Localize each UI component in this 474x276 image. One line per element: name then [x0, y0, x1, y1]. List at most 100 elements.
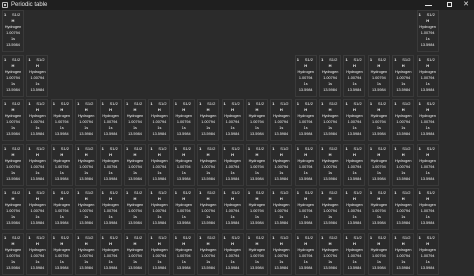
element-cell[interactable]: 1 S1/2 H Hydrogen 1.00794 1s 13.5984	[270, 188, 293, 231]
element-cell[interactable]: 1 S1/2 H Hydrogen 1.00794 1s 13.5984	[2, 232, 24, 275]
element-ionization-energy: 13.5984	[30, 221, 45, 226]
element-cell[interactable]: 1 S1/2 H Hydrogen 1.00794 1s 13.5984	[319, 188, 342, 231]
element-cell[interactable]: 1 S1/2 H Hydrogen 1.00794 1s 13.5984	[319, 143, 342, 186]
element-number: 1	[296, 101, 299, 107]
element-number: 1	[418, 234, 421, 240]
element-cell[interactable]: 1 S1/2 H Hydrogen 1.00794 1s 13.5984	[416, 99, 439, 142]
element-cell[interactable]: 1 S1/2 H Hydrogen 1.00794 1s 13.5984	[123, 232, 146, 275]
element-ionization-energy: 13.5984	[103, 221, 118, 226]
element-cell[interactable]: 1 S1/2 H Hydrogen 1.00794 1s 13.5984	[2, 10, 24, 52]
element-cell[interactable]: 1 S1/2 H Hydrogen 1.00794 1s 13.5984	[148, 188, 171, 231]
element-atomic-mass: 1.00794	[396, 120, 411, 125]
element-cell[interactable]: 1 S1/2 H Hydrogen 1.00794 1s 13.5984	[75, 188, 98, 231]
element-name: Hydrogen	[297, 158, 314, 163]
element-cell[interactable]: 1 S1/2 H Hydrogen 1.00794 1s 13.5984	[294, 99, 317, 142]
element-cell[interactable]: 1 S1/2 H Hydrogen 1.00794 1s 13.5984	[319, 54, 342, 97]
element-cell[interactable]: 1 S1/2 H Hydrogen 1.00794 1s 13.5984	[270, 232, 293, 275]
element-cell[interactable]: 1 S1/2 H Hydrogen 1.00794 1s 13.5984	[245, 143, 268, 186]
element-cell[interactable]: 1 S1/2 H Hydrogen 1.00794 1s 13.5984	[75, 99, 98, 142]
element-cell[interactable]: 1 S1/2 H Hydrogen 1.00794 1s 13.5984	[367, 232, 390, 275]
element-cell[interactable]: 1 S1/2 H Hydrogen 1.00794 1s 13.5984	[343, 99, 366, 142]
element-cell[interactable]: 1 S1/2 H Hydrogen 1.00794 1s 13.5984	[148, 99, 171, 142]
element-cell[interactable]: 1 S1/2 H Hydrogen 1.00794 1s 13.5984	[270, 99, 293, 142]
element-cell[interactable]: 1 S1/2 H Hydrogen 1.00794 1s 13.5984	[319, 99, 342, 142]
close-button[interactable]: ✕	[458, 0, 474, 10]
element-cell[interactable]: 1 S1/2 H Hydrogen 1.00794 1s 13.5984	[172, 99, 195, 142]
element-cell[interactable]: 1 S1/2 H Hydrogen 1.00794 1s 13.5984	[50, 143, 73, 186]
element-cell[interactable]: 1 S1/2 H Hydrogen 1.00794 1s 13.5984	[123, 99, 146, 142]
element-cell[interactable]: 1 S1/2 H Hydrogen 1.00794 1s 13.5984	[75, 232, 98, 275]
element-cell[interactable]: 1 S1/2 H Hydrogen 1.00794 1s 13.5984	[245, 188, 268, 231]
element-cell[interactable]: 1 S1/2 H Hydrogen 1.00794 1s 13.5984	[50, 99, 73, 142]
element-cell[interactable]: 1 S1/2 H Hydrogen 1.00794 1s 13.5984	[319, 232, 342, 275]
element-cell[interactable]: 1 S1/2 H Hydrogen 1.00794 1s 13.5984	[294, 188, 317, 231]
element-ground-state: S1/2	[36, 145, 45, 151]
element-cell[interactable]: 1 S1/2 H Hydrogen 1.00794 1s 13.5984	[343, 143, 366, 186]
maximize-button[interactable]	[441, 0, 459, 10]
element-cell[interactable]: 1 S1/2 H Hydrogen 1.00794 1s 13.5984	[50, 188, 73, 231]
element-cell[interactable]: 1 S1/2 H Hydrogen 1.00794 1s 13.5984	[221, 232, 244, 275]
element-cell[interactable]: 1 S1/2 H Hydrogen 1.00794 1s 13.5984	[26, 143, 49, 186]
element-cell[interactable]: 1 S1/2 H Hydrogen 1.00794 1s 13.5984	[172, 188, 195, 231]
element-symbol: H	[60, 151, 64, 157]
element-cell[interactable]: 1 S1/2 H Hydrogen 1.00794 1s 13.5984	[294, 54, 317, 97]
element-cell[interactable]: 1 S1/2 H Hydrogen 1.00794 1s 13.5984	[294, 143, 317, 186]
element-cell[interactable]: 1 S1/2 H Hydrogen 1.00794 1s 13.5984	[270, 143, 293, 186]
element-atomic-mass: 1.00794	[201, 209, 215, 214]
element-cell[interactable]: 1 S1/2 H Hydrogen 1.00794 1s 13.5984	[99, 99, 122, 142]
element-symbol: H	[353, 151, 356, 157]
element-cell[interactable]: 1 S1/2 H Hydrogen 1.00794 1s 13.5984	[221, 143, 244, 186]
element-cell[interactable]: 1 S1/2 H Hydrogen 1.00794 1s 13.5984	[197, 232, 220, 275]
element-cell[interactable]: 1 S1/2 H Hydrogen 1.00794 1s 13.5984	[245, 99, 268, 142]
element-cell[interactable]: 1 S1/2 H Hydrogen 1.00794 1s 13.5984	[26, 99, 49, 142]
minimize-button[interactable]	[420, 0, 438, 10]
element-cell[interactable]: 1 S1/2 H Hydrogen 1.00794 1s 13.5984	[416, 232, 439, 275]
element-cell[interactable]: 1 S1/2 H Hydrogen 1.00794 1s 13.5984	[2, 188, 24, 231]
element-cell[interactable]: 1 S1/2 H Hydrogen 1.00794 1s 13.5984	[197, 99, 220, 142]
element-cell[interactable]: 1 S1/2 H Hydrogen 1.00794 1s 13.5984	[99, 232, 122, 275]
element-cell[interactable]: 1 S1/2 H Hydrogen 1.00794 1s 13.5984	[197, 188, 220, 231]
element-cell[interactable]: 1 S1/2 H Hydrogen 1.00794 1s 13.5984	[26, 54, 49, 97]
element-cell[interactable]: 1 S1/2 H Hydrogen 1.00794 1s 13.5984	[2, 143, 24, 186]
element-cell[interactable]: 1 S1/2 H Hydrogen 1.00794 1s 13.5984	[99, 143, 122, 186]
element-cell[interactable]: 1 S1/2 H Hydrogen 1.00794 1s 13.5984	[221, 188, 244, 231]
element-cell[interactable]: 1 S1/2 H Hydrogen 1.00794 1s 13.5984	[172, 232, 195, 275]
element-cell[interactable]: 1 S1/2 H Hydrogen 1.00794 1s 13.5984	[123, 143, 146, 186]
element-cell[interactable]: 1 S1/2 H Hydrogen 1.00794 1s 13.5984	[148, 143, 171, 186]
element-cell[interactable]: 1 S1/2 H Hydrogen 1.00794 1s 13.5984	[392, 143, 415, 186]
element-cell[interactable]: 1 S1/2 H Hydrogen 1.00794 1s 13.5984	[26, 232, 49, 275]
element-atomic-mass: 1.00794	[420, 75, 435, 80]
element-name: Hydrogen	[4, 25, 22, 29]
element-atomic-mass: 1.00794	[323, 164, 337, 169]
element-cell[interactable]: 1 S1/2 H Hydrogen 1.00794 1s 13.5984	[75, 143, 98, 186]
element-cell[interactable]: 1 S1/2 H Hydrogen 1.00794 1s 13.5984	[99, 188, 122, 231]
element-cell[interactable]: 1 S1/2 H Hydrogen 1.00794 1s 13.5984	[294, 232, 317, 275]
element-cell[interactable]: 1 S1/2 H Hydrogen 1.00794 1s 13.5984	[2, 54, 24, 97]
element-cell[interactable]: 1 S1/2 H Hydrogen 1.00794 1s 13.5984	[392, 188, 415, 231]
element-cell[interactable]: 1 S1/2 H Hydrogen 1.00794 1s 13.5984	[416, 143, 439, 186]
element-cell[interactable]: 1 S1/2 H Hydrogen 1.00794 1s 13.5984	[392, 232, 415, 275]
element-cell[interactable]: 1 S1/2 H Hydrogen 1.00794 1s 13.5984	[367, 99, 390, 142]
element-name: Hydrogen	[346, 247, 363, 252]
element-cell[interactable]: 1 S1/2 H Hydrogen 1.00794 1s 13.5984	[148, 232, 171, 275]
element-cell[interactable]: 1 S1/2 H Hydrogen 1.00794 1s 13.5984	[343, 232, 366, 275]
element-cell[interactable]: 1 S1/2 H Hydrogen 1.00794 1s 13.5984	[2, 99, 24, 142]
element-cell[interactable]: 1 S1/2 H Hydrogen 1.00794 1s 13.5984	[367, 188, 390, 231]
element-cell[interactable]: 1 S1/2 H Hydrogen 1.00794 1s 13.5984	[367, 143, 390, 186]
element-cell[interactable]: 1 S1/2 H Hydrogen 1.00794 1s 13.5984	[416, 54, 439, 97]
element-cell[interactable]: 1 S1/2 H Hydrogen 1.00794 1s 13.5984	[123, 188, 146, 231]
element-cell[interactable]: 1 S1/2 H Hydrogen 1.00794 1s 13.5984	[50, 232, 73, 275]
element-cell[interactable]: 1 S1/2 H Hydrogen 1.00794 1s 13.5984	[245, 232, 268, 275]
element-cell[interactable]: 1 S1/2 H Hydrogen 1.00794 1s 13.5984	[416, 188, 439, 231]
element-cell[interactable]: 1 S1/2 H Hydrogen 1.00794 1s 13.5984	[221, 99, 244, 142]
element-cell[interactable]: 1 S1/2 H Hydrogen 1.00794 1s 13.5984	[367, 54, 390, 97]
element-cell[interactable]: 1 S1/2 H Hydrogen 1.00794 1s 13.5984	[172, 143, 195, 186]
element-symbol: H	[35, 107, 39, 113]
element-cell[interactable]: 1 S1/2 H Hydrogen 1.00794 1s 13.5984	[416, 10, 439, 52]
element-cell[interactable]: 1 S1/2 H Hydrogen 1.00794 1s 13.5984	[392, 99, 415, 142]
element-cell[interactable]: 1 S1/2 H Hydrogen 1.00794 1s 13.5984	[392, 54, 415, 97]
element-cell[interactable]: 1 S1/2 H Hydrogen 1.00794 1s 13.5984	[343, 188, 366, 231]
element-cell[interactable]: 1 S1/2 H Hydrogen 1.00794 1s 13.5984	[343, 54, 366, 97]
element-cell[interactable]: 1 S1/2 H Hydrogen 1.00794 1s 13.5984	[26, 188, 49, 231]
element-cell[interactable]: 1 S1/2 H Hydrogen 1.00794 1s 13.5984	[197, 143, 220, 186]
